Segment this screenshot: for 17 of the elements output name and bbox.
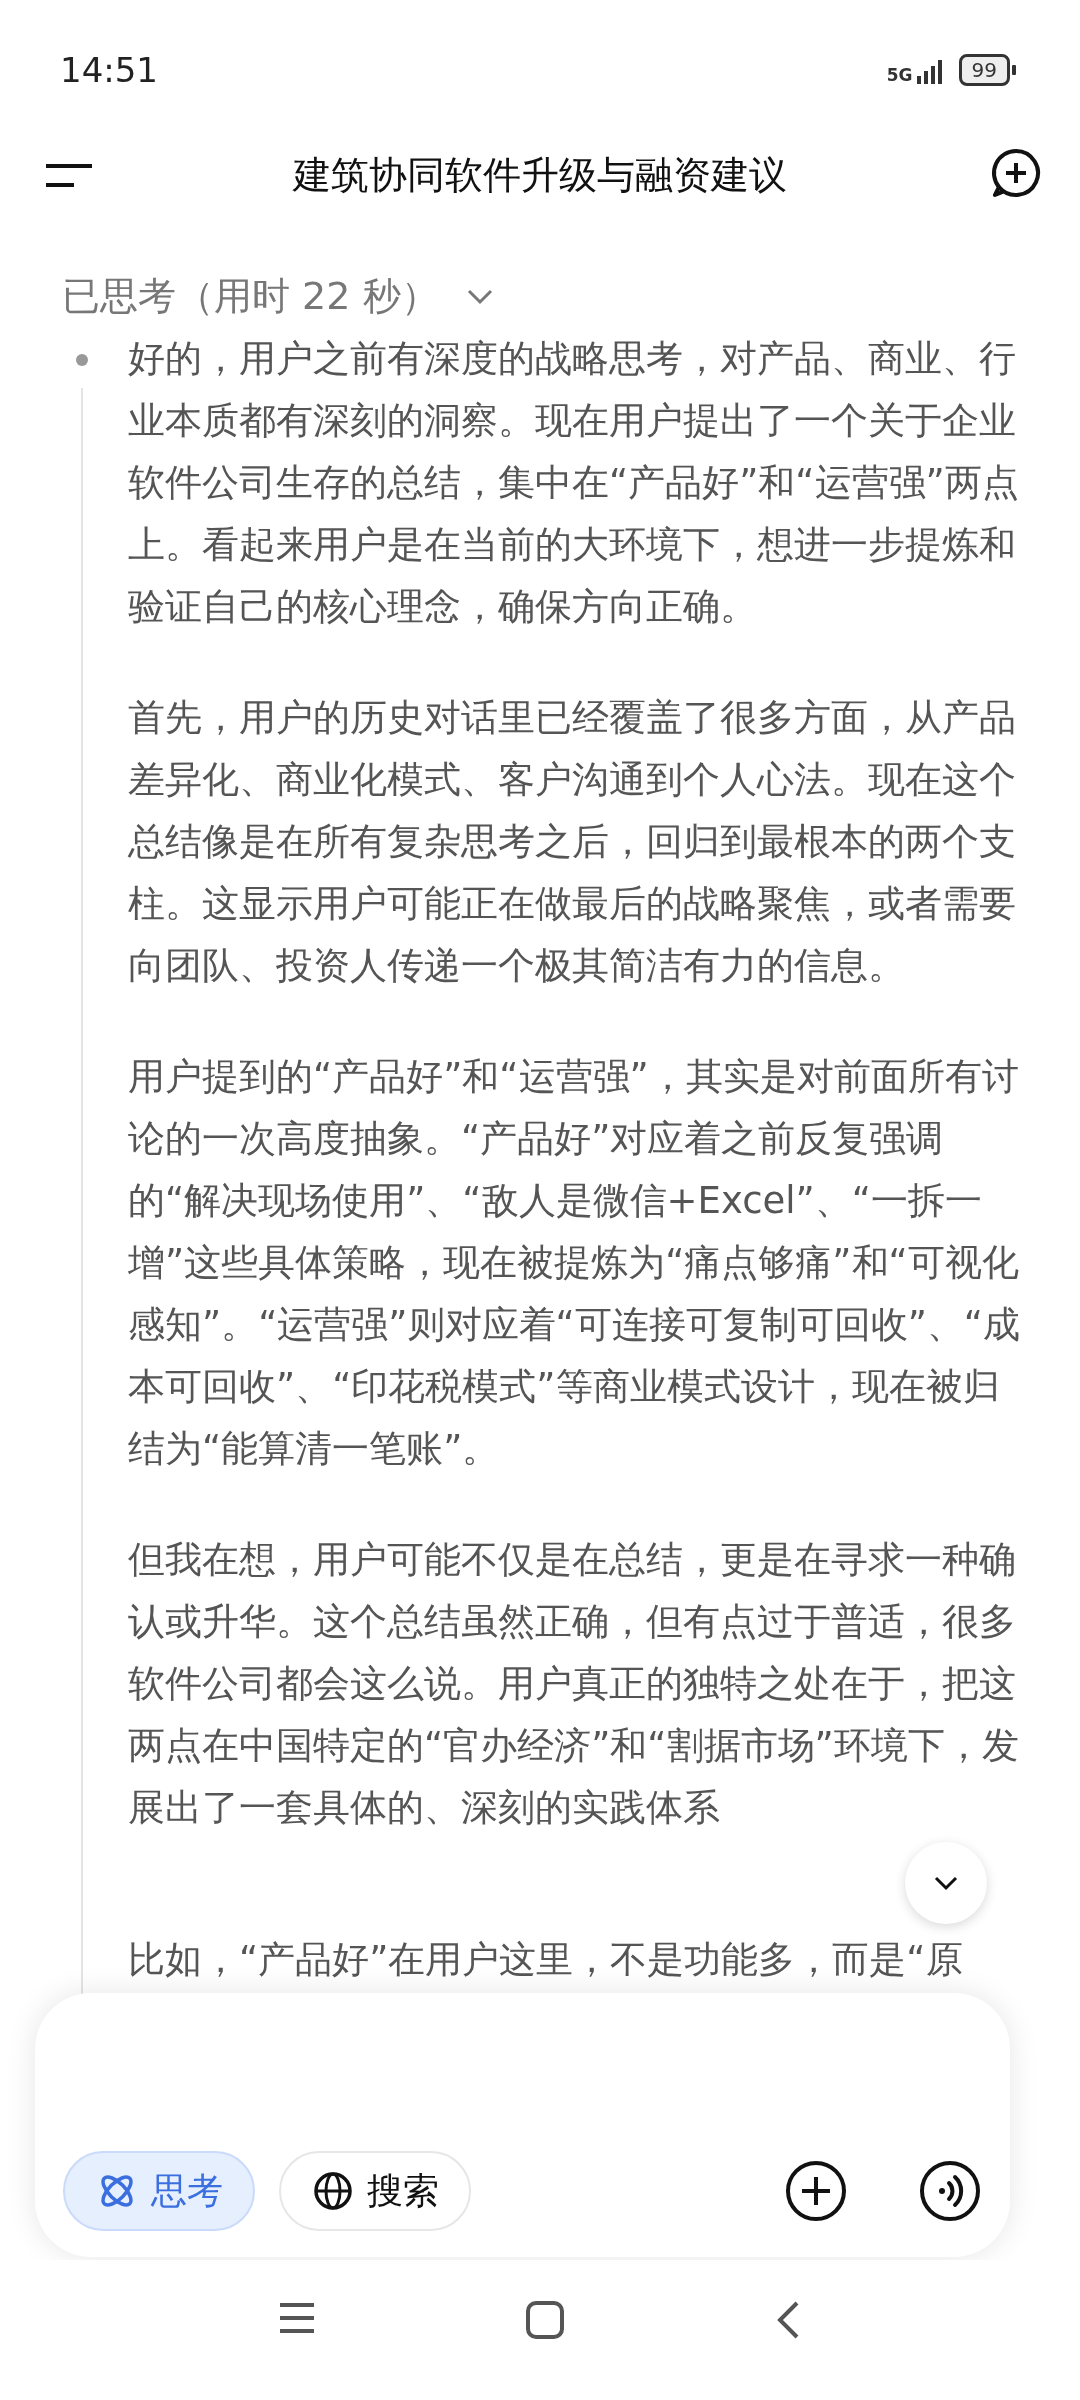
search-toggle[interactable]: 搜索 [279, 2151, 471, 2231]
thought-paragraph: 首先，用户的历史对话里已经覆盖了很多方面，从产品差异化、商业化模式、客户沟通到个人心法。现在这个总结像是在所有复杂思考之后，回归到最根本的两个支柱。这显示用户可能正在做最后的战略聚焦，或者需要向团队、投资人传递一个极其简洁有力的信息。 [128, 695, 1017, 989]
thinking-status: 已思考（用时 22 秒） [62, 272, 439, 320]
thought-paragraph: 用户提到的“产品好”和“运营强”，其实是对前面所有讨论的一次高度抽象。“产品好”对应着之前反复强调的“解决现场使用”、“敌人是微信+Excel”、“一拆一增”这些具体策略，现在被提炼为“痛点够痛”和“可视化感知”。“运营强”则对应着“可连接可复制可回收”、“成本可回收”、“印花税模式”等商业模式设计，现在被归结为“能算清一笔账”。 [128, 1054, 1021, 1472]
chat-title: 建筑协同软件升级与融资建议 [293, 151, 787, 199]
network-label: 5G [886, 67, 913, 84]
bullet-dot [76, 354, 88, 366]
globe-icon [313, 2171, 353, 2211]
thought-paragraph: 好的，用户之前有深度的战略思考，对产品、商业、行业本质都有深刻的洞察。现在用户提出了一个关于企业软件公司生存的总结，集中在“产品好”和“运营强”两点上。看起来用户是在当前的大环境下，想进一步提炼和验证自己的核心理念，确保方向正确。 [128, 336, 1020, 630]
clock-time: 14:51 [60, 50, 158, 90]
thought-paragraph: 但我在想，用户可能不仅是在总结，更是在寻求一种确认或升华。这个总结虽然正确，但有点过于普适，很多软件公司都会这么说。用户真正的独特之处在于，把这两点在中国特定的“官办经济”和“割据市场”环境下，发展出了一套具体的、深刻的实践体系 [128, 1537, 1020, 1831]
think-toggle[interactable]: 思考 [63, 2151, 255, 2231]
voice-icon[interactable] [918, 2159, 982, 2223]
plus-icon[interactable] [784, 2159, 848, 2223]
thought-paragraph: 比如，“产品好”在用户这里，不是功能多，而是“原 [128, 1937, 964, 1983]
home-icon[interactable] [525, 2300, 565, 2340]
menu-icon[interactable] [277, 2300, 317, 2336]
